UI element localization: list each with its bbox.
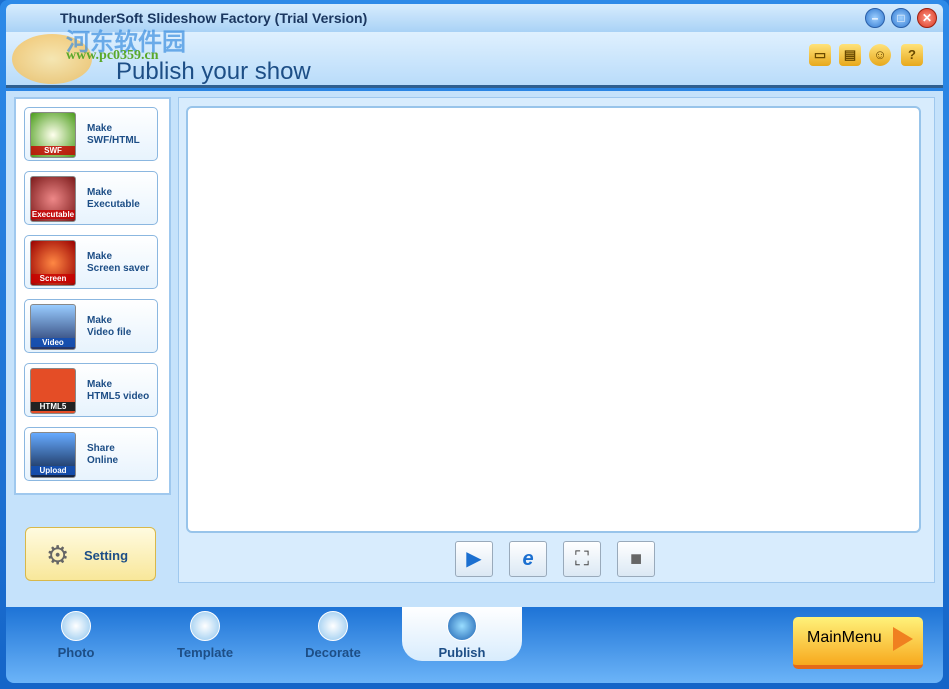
app-window: ThunderSoft Slideshow Factory (Trial Ver…: [0, 0, 949, 689]
tab-publish[interactable]: Publish: [402, 607, 522, 661]
executable-icon: Executable: [30, 176, 76, 222]
header: 河东软件园 www.pc0359.cn Publish your show ▭ …: [6, 29, 943, 88]
tab-template[interactable]: Template: [145, 607, 265, 663]
content-area: SWF Make SWF/HTML Executable Make Executab…: [6, 91, 943, 607]
close-button[interactable]: ✕: [917, 8, 937, 28]
make-html5-button[interactable]: HTML5 Make HTML5 video: [24, 363, 158, 417]
publish-options-panel: SWF Make SWF/HTML Executable Make Executab…: [14, 97, 171, 495]
folder-icon[interactable]: ▭: [809, 44, 831, 66]
upload-icon: Upload: [30, 432, 76, 478]
bottom-tabs: Photo Template Decorate Publish MainMenu: [6, 607, 943, 683]
help-icon[interactable]: ?: [901, 44, 923, 66]
make-video-button[interactable]: Video Make Video file: [24, 299, 158, 353]
maximize-button[interactable]: □: [891, 8, 911, 28]
gear-icon: ⚙: [46, 540, 70, 570]
save-icon[interactable]: ▤: [839, 44, 861, 66]
stop-button[interactable]: ■: [617, 541, 655, 577]
make-executable-button[interactable]: Executable Make Executable: [24, 171, 158, 225]
make-screensaver-button[interactable]: Screen Make Screen saver: [24, 235, 158, 289]
html5-icon: HTML5: [30, 368, 76, 414]
tab-photo[interactable]: Photo: [16, 607, 136, 663]
tab-decorate[interactable]: Decorate: [273, 607, 393, 663]
arrow-right-icon: [893, 627, 913, 651]
page-title: Publish your show: [116, 58, 311, 85]
preview-area: [186, 106, 921, 533]
photo-icon: [61, 611, 91, 641]
share-online-button[interactable]: Upload Share Online: [24, 427, 158, 481]
make-swf-html-button[interactable]: SWF Make SWF/HTML: [24, 107, 158, 161]
setting-button[interactable]: ⚙ Setting: [25, 527, 156, 581]
heart-icon: [318, 611, 348, 641]
minimize-button[interactable]: –: [865, 8, 885, 28]
mainmenu-button[interactable]: MainMenu: [793, 617, 923, 669]
video-icon: Video: [30, 304, 76, 350]
user-icon[interactable]: ☺: [869, 44, 891, 66]
preview-panel: ▶ e ⛶ ■: [178, 97, 935, 583]
fullscreen-button[interactable]: ⛶: [563, 541, 601, 577]
template-icon: [190, 611, 220, 641]
play-button[interactable]: ▶: [455, 541, 493, 577]
screen-icon: Screen: [30, 240, 76, 286]
globe-icon: [447, 611, 477, 641]
browser-preview-button[interactable]: e: [509, 541, 547, 577]
swf-icon: SWF: [30, 112, 76, 158]
